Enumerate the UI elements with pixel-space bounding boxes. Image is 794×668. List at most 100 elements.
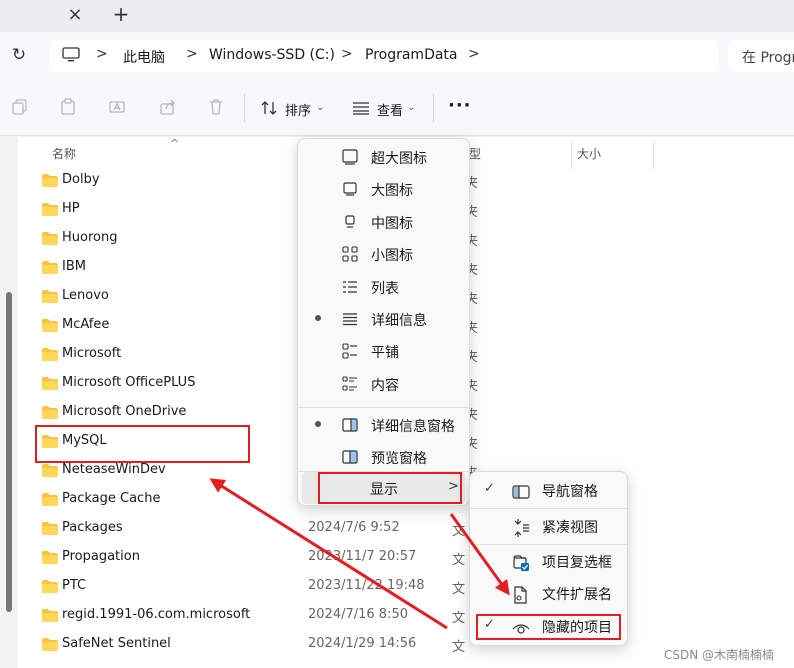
table-row[interactable]: PTC 2023/11/22 19:48 文: [18, 572, 794, 601]
menu-item-view-0[interactable]: 超大图标: [302, 141, 465, 173]
paste-icon[interactable]: [59, 98, 77, 116]
refresh-icon[interactable]: ↻: [8, 44, 30, 66]
checkmark-icon: ✓: [484, 481, 495, 496]
table-row[interactable]: regid.1991-06.com.microsoft 2024/7/16 8:5…: [18, 601, 794, 630]
content-icon: [342, 376, 357, 391]
submenu-item-3[interactable]: 文件扩展名: [474, 578, 625, 610]
folder-icon: [42, 493, 58, 506]
extra-large-icons-icon: [342, 149, 358, 165]
annotation-box-mysql: [35, 425, 250, 463]
folder-icon: [42, 609, 58, 622]
details-icon: [343, 313, 357, 326]
submenu-item-label: 项目复选框: [542, 555, 612, 571]
search-input[interactable]: 在 Progr: [728, 40, 794, 72]
file-name: IBM: [62, 259, 86, 274]
submenu-item-2[interactable]: 项目复选框: [474, 546, 625, 578]
medium-icons-icon: [345, 215, 355, 228]
menu-item-label: 小图标: [371, 248, 413, 265]
submenu-item-1[interactable]: 紧凑视图: [474, 511, 625, 543]
table-row[interactable]: Packages 2024/7/6 9:52 文: [18, 514, 794, 543]
file-date: 2024/1/29 14:56: [308, 636, 417, 651]
item-checkbox-icon: [513, 555, 529, 571]
breadcrumb-this-pc[interactable]: 此电脑: [123, 47, 165, 67]
new-tab-icon[interactable]: +: [111, 4, 131, 24]
breadcrumb-drive[interactable]: Windows-SSD (C:): [209, 47, 335, 63]
menu-item-view-6[interactable]: 平铺: [302, 335, 465, 367]
file-name: PTC: [62, 578, 87, 593]
folder-icon: [42, 174, 58, 187]
large-icons-icon: [343, 182, 357, 196]
folder-icon: [42, 261, 58, 274]
file-name: Packages: [62, 520, 123, 535]
file-name: HP: [62, 201, 80, 216]
sort-button[interactable]: 排序 ⌄: [258, 96, 328, 120]
file-name: Microsoft: [62, 346, 122, 361]
menu-item-pane-0[interactable]: 详细信息窗格: [302, 409, 465, 441]
file-name: Dolby: [62, 172, 100, 187]
file-name: Microsoft OneDrive: [62, 404, 187, 419]
file-name: Propagation: [62, 549, 140, 564]
toolbar-divider: [244, 94, 245, 122]
view-icon: [353, 102, 369, 115]
menu-item-label: 列表: [371, 280, 399, 297]
menu-item-label: 平铺: [371, 345, 399, 362]
scrollbar-thumb[interactable]: [6, 292, 12, 612]
column-header-size[interactable]: 大小: [577, 145, 601, 162]
menu-item-view-4[interactable]: 列表: [302, 271, 465, 303]
menu-item-view-3[interactable]: 小图标: [302, 238, 465, 270]
folder-icon: [42, 580, 58, 593]
sort-ascending-icon: ^: [170, 137, 180, 150]
menu-item-label: 中图标: [371, 215, 413, 232]
rename-icon[interactable]: [109, 98, 127, 116]
file-date: 2023/11/22 19:48: [308, 578, 425, 593]
menu-divider: [470, 544, 627, 545]
breadcrumb-programdata[interactable]: ProgramData: [365, 47, 458, 63]
menu-item-label: 详细信息窗格: [371, 419, 455, 435]
address-row: ↻ > 此电脑 > Windows-SSD (C:) > ProgramData…: [0, 32, 794, 80]
menu-item-view-5[interactable]: 详细信息: [302, 303, 465, 335]
column-header-type[interactable]: 型: [469, 145, 481, 162]
folder-icon: [42, 464, 58, 477]
delete-icon[interactable]: [207, 98, 225, 116]
chevron-right-icon[interactable]: >: [96, 46, 108, 62]
chevron-right-icon[interactable]: >: [341, 46, 353, 62]
chevron-right-icon[interactable]: >: [186, 46, 198, 62]
menu-item-pane-1[interactable]: 预览窗格: [302, 441, 465, 473]
menu-item-label: 大图标: [371, 183, 413, 200]
table-row[interactable]: Propagation 2023/11/7 20:57 文: [18, 543, 794, 572]
file-name: Huorong: [62, 230, 118, 245]
column-divider[interactable]: [653, 141, 654, 169]
submenu-item-label: 紧凑视图: [542, 520, 598, 536]
menu-item-view-2[interactable]: 中图标: [302, 206, 465, 238]
copy-icon[interactable]: [11, 98, 29, 116]
folder-icon: [42, 551, 58, 564]
tab-strip: × +: [0, 0, 794, 32]
more-options-button[interactable]: ···: [448, 95, 472, 116]
address-bar[interactable]: > 此电脑 > Windows-SSD (C:) > ProgramData >: [50, 40, 718, 72]
sort-icon: [261, 101, 277, 115]
menu-item-view-7[interactable]: 内容: [302, 368, 465, 400]
sort-label: 排序: [285, 104, 312, 119]
chevron-right-icon[interactable]: >: [468, 46, 480, 62]
file-name: Package Cache: [62, 491, 161, 506]
view-button[interactable]: 查看 ⌄: [352, 96, 422, 120]
navigation-pane-icon: [512, 485, 530, 499]
file-name: Lenovo: [62, 288, 109, 303]
annotation-box-show: [318, 472, 462, 504]
folder-icon: [42, 406, 58, 419]
column-divider[interactable]: [571, 141, 572, 169]
menu-divider: [298, 407, 469, 408]
column-header-name[interactable]: 名称: [52, 145, 76, 162]
close-tab-icon[interactable]: ×: [66, 6, 84, 24]
menu-item-label: 详细信息: [371, 313, 427, 329]
file-date: 2024/7/6 9:52: [308, 520, 400, 535]
folder-icon: [42, 522, 58, 535]
preview-pane-icon: [342, 450, 358, 464]
submenu-item-0[interactable]: ✓ 导航窗格: [474, 475, 625, 507]
menu-item-view-1[interactable]: 大图标: [302, 173, 465, 205]
navigation-pane-edge: [0, 137, 18, 668]
share-icon[interactable]: [159, 98, 177, 116]
folder-icon: [42, 377, 58, 390]
watermark: CSDN @木南楠楠楠: [664, 648, 775, 662]
command-bar: 排序 ⌄ 查看 ⌄ ···: [0, 80, 794, 136]
